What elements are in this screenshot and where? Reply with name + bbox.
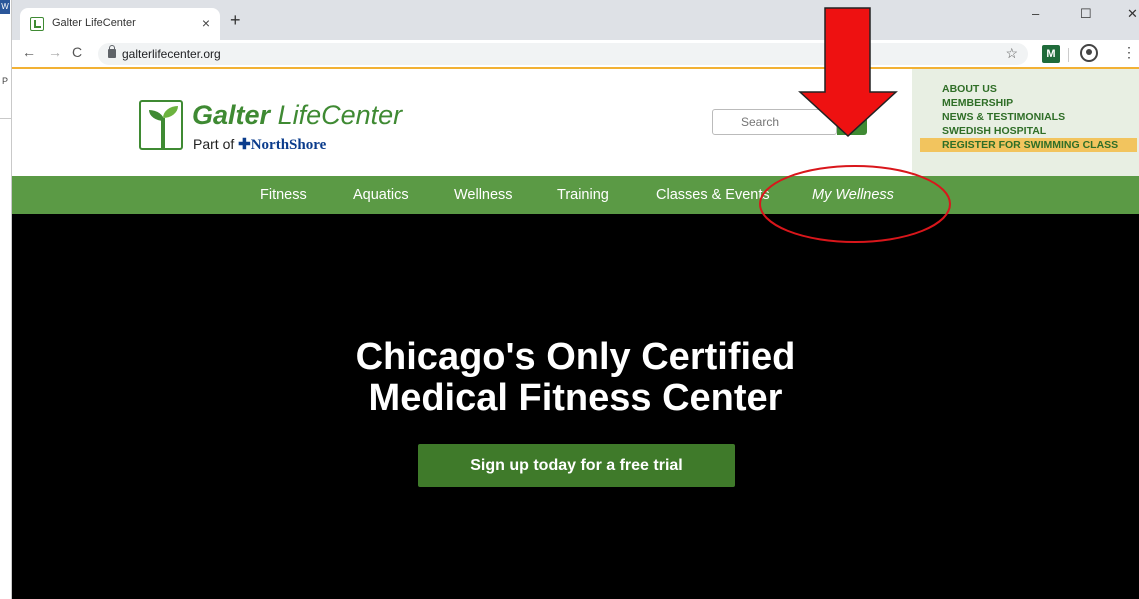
browser-menu-icon[interactable]: ⋮ (1122, 44, 1136, 61)
util-link-membership[interactable]: MEMBERSHIP (942, 96, 1139, 110)
background-text: P (2, 76, 9, 86)
maximize-button[interactable]: ☐ (1080, 6, 1092, 22)
search-button[interactable] (837, 109, 867, 135)
nav-fitness[interactable]: Fitness (260, 187, 307, 203)
extension-m-icon[interactable]: M (1042, 45, 1060, 63)
new-tab-button[interactable]: + (230, 11, 241, 29)
util-link-about[interactable]: ABOUT US (942, 82, 1139, 96)
address-toolbar: ← → C galterlifecenter.org ☆ M ⋮ (12, 40, 1139, 68)
tab-close-icon[interactable]: × (202, 15, 210, 31)
logo-wordmark[interactable]: Galter LifeCenter (192, 100, 402, 131)
minimize-button[interactable]: – (1032, 6, 1039, 21)
background-divider (0, 118, 12, 119)
favicon-icon (30, 17, 44, 31)
utility-links: ABOUT US MEMBERSHIP NEWS & TESTIMONIALS … (912, 69, 1139, 176)
nav-my-wellness[interactable]: My Wellness (812, 187, 894, 203)
website: Galter LifeCenter Part of ✚NorthShore AB… (12, 69, 1139, 599)
search-icon (846, 115, 856, 125)
screenshot: W P Galter LifeCenter × + – ☐ ✕ ← → C ga… (0, 0, 1139, 599)
main-nav: Fitness Aquatics Wellness Training Class… (12, 176, 1139, 214)
back-arrow-icon[interactable]: ← (22, 44, 36, 60)
search-input[interactable] (712, 109, 837, 135)
util-link-register-swimming[interactable]: REGISTER FOR SWIMMING CLASS (920, 138, 1137, 152)
browser-chrome: Galter LifeCenter × + – ☐ ✕ ← → C galter… (12, 0, 1139, 68)
url-text: galterlifecenter.org (122, 47, 221, 61)
logo-sprout-icon[interactable] (139, 100, 183, 150)
reload-icon[interactable]: C (72, 44, 82, 60)
hero-banner: Chicago's Only Certified Medical Fitness… (12, 214, 1139, 599)
lock-icon (108, 45, 116, 58)
toolbar-separator (1068, 48, 1069, 62)
util-link-news[interactable]: NEWS & TESTIMONIALS (942, 110, 1139, 124)
tab-title: Galter LifeCenter (52, 17, 136, 29)
nav-aquatics[interactable]: Aquatics (353, 187, 409, 203)
logo-subtitle: Part of ✚NorthShore (193, 136, 327, 153)
account-icon[interactable] (1080, 44, 1098, 62)
forward-arrow-icon[interactable]: → (48, 44, 62, 60)
word-app-icon: W (0, 0, 10, 14)
site-header: Galter LifeCenter Part of ✚NorthShore AB… (12, 69, 1139, 176)
hero-headline: Chicago's Only Certified Medical Fitness… (355, 336, 796, 419)
browser-tab[interactable]: Galter LifeCenter × (20, 8, 220, 40)
background-app-sliver: W P (0, 0, 12, 599)
nav-classes-events[interactable]: Classes & Events (656, 187, 770, 203)
free-trial-button[interactable]: Sign up today for a free trial (418, 444, 735, 487)
nav-training[interactable]: Training (557, 187, 609, 203)
util-link-swedish-hospital[interactable]: SWEDISH HOSPITAL (942, 124, 1139, 138)
bookmark-star-icon[interactable]: ☆ (1005, 45, 1018, 62)
nav-wellness[interactable]: Wellness (454, 187, 513, 203)
close-window-button[interactable]: ✕ (1127, 6, 1138, 22)
address-bar[interactable]: galterlifecenter.org ☆ (98, 43, 1028, 65)
